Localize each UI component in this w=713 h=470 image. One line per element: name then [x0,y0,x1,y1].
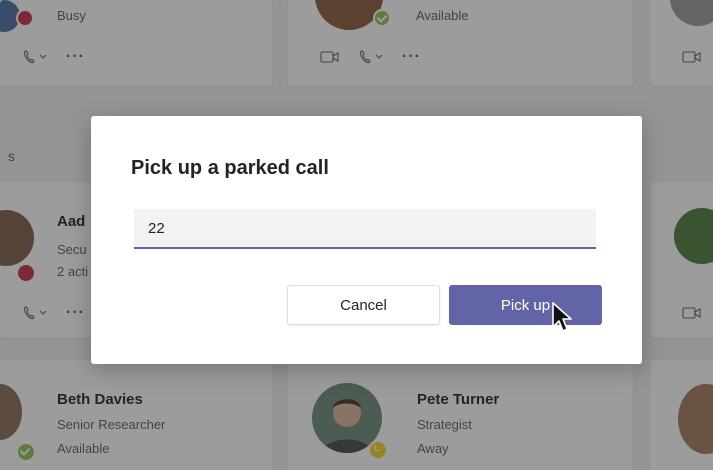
dialog-title: Pick up a parked call [131,157,329,179]
cancel-button[interactable]: Cancel [287,285,440,325]
pick-up-button[interactable]: Pick up [449,285,602,325]
mouse-pointer-icon [552,302,572,332]
park-code-input[interactable] [134,209,596,249]
